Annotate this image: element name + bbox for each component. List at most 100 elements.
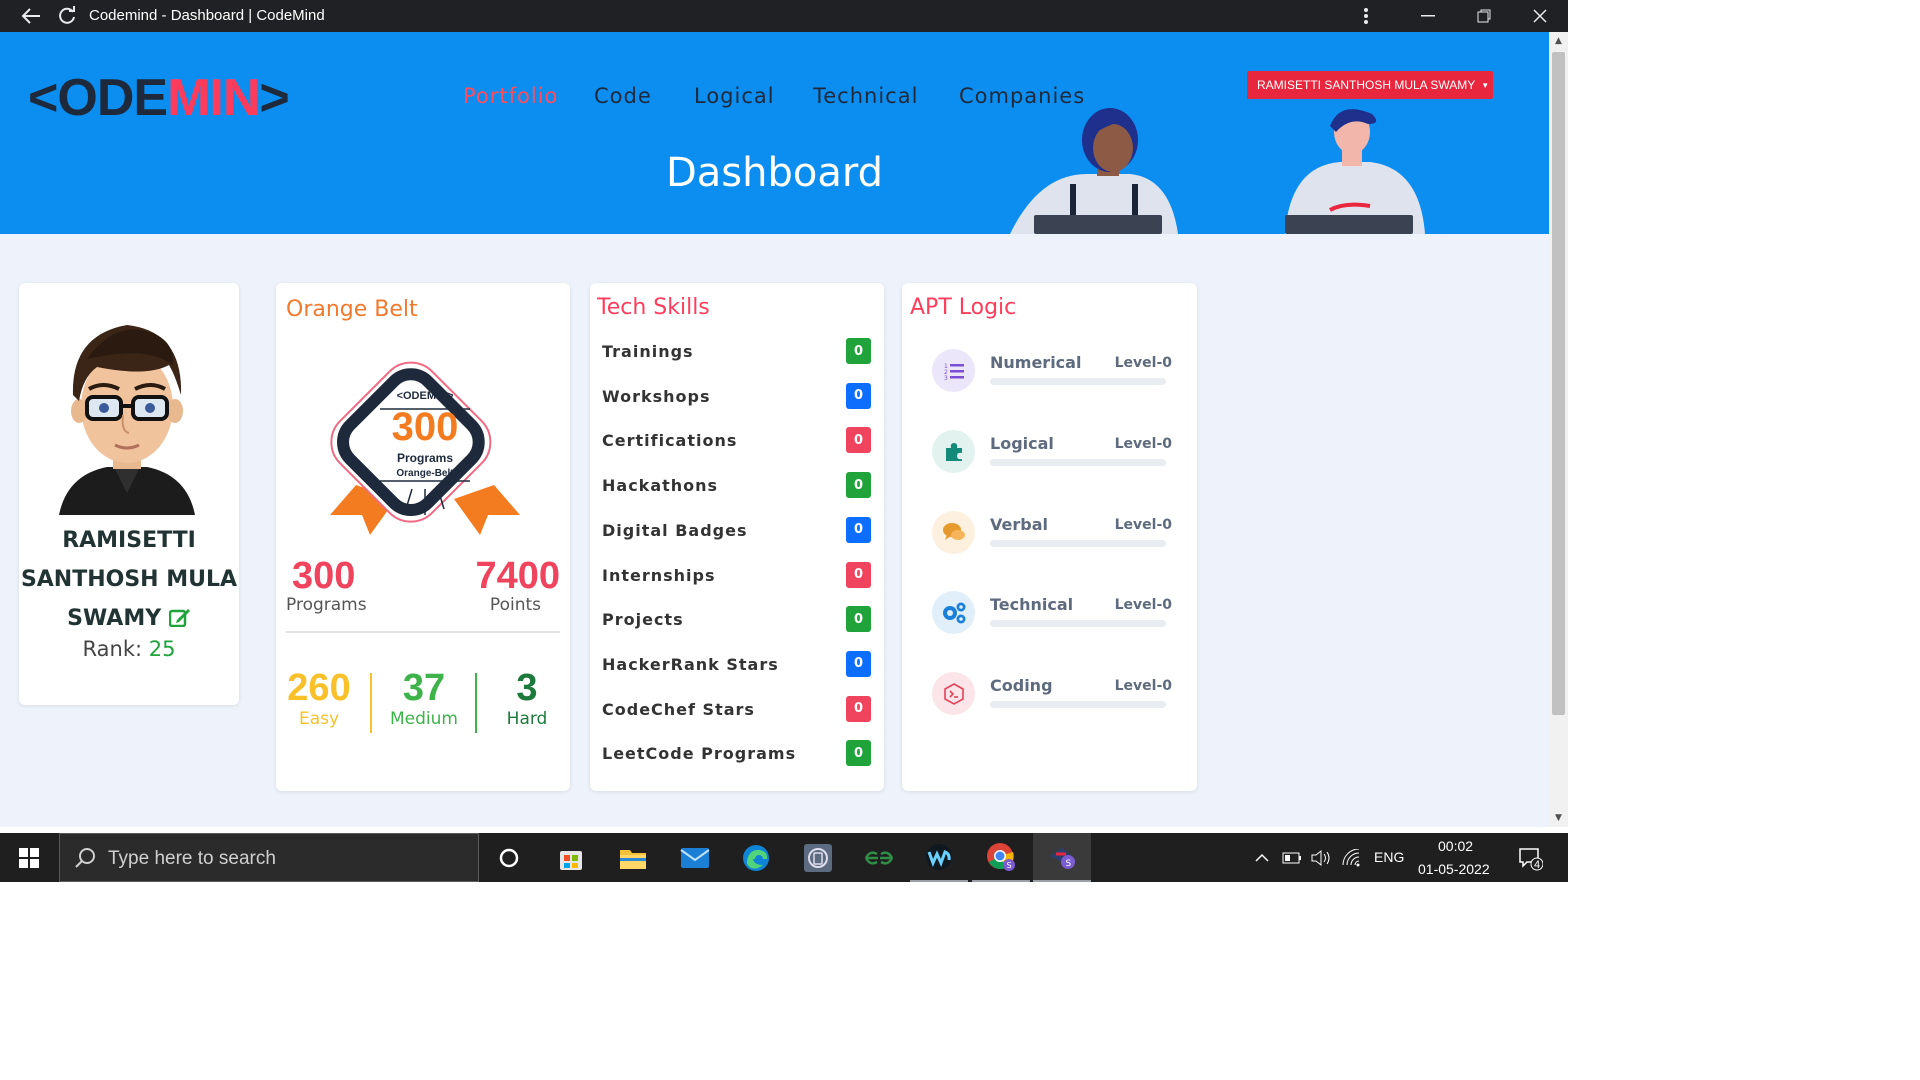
skill-label: CodeChef Stars <box>602 699 755 719</box>
skill-row: Certifications 0 <box>602 427 872 455</box>
skill-count-badge: 0 <box>846 338 871 364</box>
belt-card: Orange Belt <ODEMIN> 300 Programs Orange… <box>276 283 570 791</box>
wifi-icon[interactable] <box>1338 833 1364 882</box>
more-options-icon[interactable] <box>1352 0 1380 32</box>
skill-count-badge: 0 <box>846 516 871 543</box>
user-menu-button[interactable]: RAMISETTI SANTHOSH MULA SWAMY ▼ <box>1247 71 1493 99</box>
logo-text-part: <ODE <box>28 69 168 127</box>
geeksforgeeks-icon[interactable] <box>850 833 908 882</box>
skill-row: HackerRank Stars 0 <box>602 650 872 679</box>
nav-code[interactable]: Code <box>594 84 652 108</box>
microsoft-store-icon[interactable] <box>542 833 600 882</box>
apt-name: Logical <box>990 433 1054 453</box>
medium-label: Medium <box>390 709 458 729</box>
skill-label: Digital Badges <box>602 520 748 540</box>
gears-icon <box>932 591 975 635</box>
skill-label: Internships <box>602 565 716 585</box>
skill-count-badge: 0 <box>846 382 871 409</box>
back-arrow-icon[interactable] <box>14 0 48 32</box>
skill-row: Digital Badges 0 <box>602 516 872 545</box>
webex-icon[interactable] <box>910 833 968 882</box>
apt-logic-card: APT Logic 1 2 3 Numerical Level-0 Logical Leve… <box>902 283 1197 791</box>
hard-count: 3 <box>516 667 538 709</box>
apt-row-logical[interactable]: Logical Level-0 <box>932 429 1172 480</box>
programs-count: 300 <box>292 555 356 597</box>
skill-count-badge: 0 <box>846 472 871 499</box>
scroll-down-icon[interactable]: ▼ <box>1549 809 1568 827</box>
hero-banner: <ODEMIN> Portfolio Code Logical Technica… <box>0 32 1549 234</box>
app-launcher-icon[interactable] <box>789 833 847 882</box>
notifications-icon[interactable]: 4 <box>1510 833 1550 882</box>
skill-label: Projects <box>602 610 684 630</box>
nav-technical[interactable]: Technical <box>813 84 918 108</box>
clock-date[interactable]: 01-05-2022 <box>1418 861 1490 877</box>
apt-name: Technical <box>990 595 1074 615</box>
search-icon <box>75 848 95 868</box>
page-scrollbar[interactable]: ▲ ▼ <box>1549 32 1568 827</box>
belt-title: Orange Belt <box>286 297 418 322</box>
skill-row: LeetCode Programs 0 <box>602 740 872 768</box>
browser-title-bar: Codemind - Dashboard | CodeMind <box>0 0 1568 32</box>
scrollbar-thumb[interactable] <box>1552 52 1565 715</box>
restore-icon[interactable] <box>1464 0 1504 32</box>
profile-name-line2: SANTHOSH MULA <box>20 567 238 592</box>
notification-count: 4 <box>1534 859 1541 871</box>
skill-row: CodeChef Stars 0 <box>602 695 872 724</box>
apt-row-coding[interactable]: Coding Level-0 <box>932 672 1172 722</box>
skill-count-badge: 0 <box>846 561 871 588</box>
badge-line1: Programs <box>396 451 454 465</box>
skill-count-badge: 0 <box>846 606 871 633</box>
apt-row-technical[interactable]: Technical Level-0 <box>932 591 1172 641</box>
page-viewport: <ODEMIN> Portfolio Code Logical Technica… <box>0 32 1549 827</box>
clock-time[interactable]: 00:02 <box>1438 838 1473 854</box>
nav-logical[interactable]: Logical <box>694 84 775 108</box>
windows-taskbar: Type here to search S S ENG 00:02 01-05-… <box>0 833 1568 882</box>
apt-name: Coding <box>990 676 1053 696</box>
apt-progress-bar <box>990 620 1166 628</box>
refresh-icon[interactable] <box>52 0 82 32</box>
edge-browser-icon[interactable] <box>727 833 785 882</box>
edit-icon[interactable] <box>168 606 191 630</box>
orange-belt-badge: <ODEMIN> 300 Programs Orange-Belt <box>316 339 534 549</box>
search-placeholder: Type here to search <box>108 848 276 869</box>
badge-number: 300 <box>391 405 459 449</box>
list-numbered-icon: 123 <box>932 349 975 392</box>
programs-label: Programs <box>286 595 367 615</box>
apt-row-numerical[interactable]: 1 2 3 Numerical Level-0 <box>932 349 1172 399</box>
apt-name: Numerical <box>990 353 1082 372</box>
medium-count: 37 <box>402 667 446 709</box>
scroll-up-icon[interactable]: ▲ <box>1549 32 1568 50</box>
battery-icon[interactable] <box>1280 833 1304 882</box>
active-app-icon[interactable]: S <box>1033 833 1091 882</box>
user-menu-label: RAMISETTI SANTHOSH MULA SWAMY <box>1257 78 1476 92</box>
chrome-icon[interactable]: S <box>972 833 1030 882</box>
window-title: Codemind - Dashboard | CodeMind <box>89 7 325 24</box>
close-icon[interactable] <box>1520 0 1560 32</box>
apt-row-verbal[interactable]: Verbal Level-0 <box>932 510 1172 561</box>
apt-level: Level-0 <box>1114 516 1172 533</box>
nav-portfolio[interactable]: Portfolio <box>463 84 558 108</box>
easy-label: Easy <box>298 709 340 729</box>
apt-progress-bar <box>990 458 1166 466</box>
cortana-icon[interactable] <box>480 833 538 882</box>
language-indicator[interactable]: ENG <box>1374 849 1404 865</box>
taskbar-search-input[interactable]: Type here to search <box>59 833 479 882</box>
windows-start-icon[interactable] <box>0 833 58 882</box>
apt-progress-bar <box>990 378 1166 385</box>
show-hidden-icons-chevron-icon[interactable] <box>1250 833 1274 882</box>
codemind-logo[interactable]: <ODEMIN> <box>28 69 290 127</box>
apt-name: Verbal <box>990 514 1048 534</box>
minimize-icon[interactable] <box>1408 0 1448 32</box>
volume-icon[interactable] <box>1308 833 1334 882</box>
file-explorer-icon[interactable] <box>604 833 662 882</box>
svg-text:S: S <box>1066 859 1072 869</box>
logo-text-accent: MIN <box>167 69 260 127</box>
skill-label: Certifications <box>602 431 738 451</box>
apt-progress-bar <box>990 701 1166 709</box>
logo-text-end: > <box>259 69 289 127</box>
skill-row: Internships 0 <box>602 561 872 590</box>
mail-icon[interactable] <box>666 833 724 882</box>
caret-down-icon: ▼ <box>1481 80 1490 90</box>
badge-logo-text: <ODEMIN> <box>396 390 454 402</box>
skill-label: Workshops <box>602 386 711 406</box>
